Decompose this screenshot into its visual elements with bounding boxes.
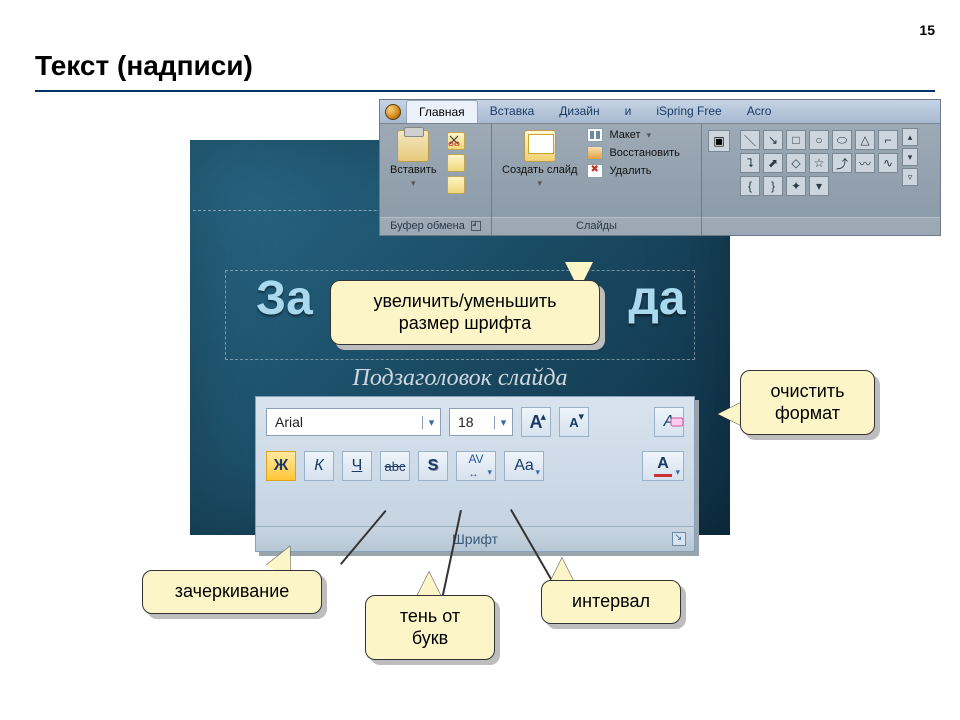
group-clipboard: Вставить ▾ Буфер обмена <box>380 124 492 235</box>
format-painter-button[interactable] <box>447 176 465 194</box>
slide-subtitle: Подзаголовок слайда <box>190 365 730 392</box>
shape-item[interactable]: ⬈ <box>763 153 783 173</box>
shape-item[interactable]: ○ <box>809 130 829 150</box>
shape-item[interactable]: ☆ <box>809 153 829 173</box>
tab-acrobat[interactable]: Acro <box>735 100 785 123</box>
change-case-button[interactable]: Aa▾ <box>504 451 544 481</box>
shape-item[interactable]: 〰 <box>855 153 875 173</box>
text-shadow-button[interactable]: S <box>418 451 448 481</box>
gallery-scroll-up[interactable]: ▴ <box>902 128 918 146</box>
page-number: 15 <box>919 22 935 38</box>
shape-item[interactable]: ↘ <box>763 130 783 150</box>
delete-icon <box>587 164 603 178</box>
shape-item[interactable]: ⤴ <box>832 153 852 173</box>
layout-button[interactable]: Макет▾ <box>587 128 679 142</box>
clear-format-button[interactable]: A <box>654 407 684 437</box>
callout-strikethrough: зачеркивание <box>142 570 322 614</box>
font-group-label: Шрифт <box>256 526 694 551</box>
bold-button[interactable]: Ж <box>266 451 296 481</box>
shape-item[interactable]: ⬭ <box>832 130 852 150</box>
tab-ispring[interactable]: iSpring Free <box>644 100 734 123</box>
font-group-panel: Arial▾ 18▾ A▴ A▾ A Ж К Ч abc S AV↔ ▾ <box>255 396 695 552</box>
font-color-button[interactable]: A▾ <box>642 451 684 481</box>
group-shapes: ▣ ＼ ↘ □ ○ ⬭ △ ⌐ ⮧ ⬈ ◇ ☆ ⤴ 〰 ∿ { <box>702 124 940 235</box>
shape-item[interactable]: { <box>740 176 760 196</box>
clipboard-dialog-launcher[interactable] <box>471 221 481 231</box>
callout-clear-format: очистить формат <box>740 370 875 435</box>
clipboard-icon <box>397 130 429 162</box>
shapes-gallery[interactable]: ＼ ↘ □ ○ ⬭ △ ⌐ ⮧ ⬈ ◇ ☆ ⤴ 〰 ∿ { } ✦ <box>738 128 900 198</box>
shape-item[interactable]: ⌐ <box>878 130 898 150</box>
shape-item[interactable]: ✦ <box>786 176 806 196</box>
callout-char-spacing: интервал <box>541 580 681 624</box>
shape-item[interactable]: } <box>763 176 783 196</box>
ribbon-tabstrip: Главная Вставка Дизайн и iSpring Free Ac… <box>380 100 940 124</box>
font-size-combo[interactable]: 18▾ <box>449 408 513 436</box>
picture-placeholder-icon[interactable]: ▣ <box>708 130 730 152</box>
gallery-scroll-down[interactable]: ▾ <box>902 148 918 166</box>
shape-item[interactable]: ＼ <box>740 130 760 150</box>
cut-button[interactable] <box>447 132 465 150</box>
shape-item[interactable]: □ <box>786 130 806 150</box>
shape-item[interactable]: ⮧ <box>740 153 760 173</box>
group-slides: Создать слайд ▾ Макет▾ Восстановить Удал… <box>492 124 702 235</box>
paste-button[interactable]: Вставить ▾ <box>386 128 441 191</box>
reset-button[interactable]: Восстановить <box>587 146 679 160</box>
char-spacing-button[interactable]: AV↔ ▾ <box>456 451 496 481</box>
font-name-combo[interactable]: Arial▾ <box>266 408 441 436</box>
font-dialog-launcher[interactable] <box>672 532 686 546</box>
callout-fontsize: увеличить/уменьшить размер шрифта <box>330 280 600 345</box>
new-slide-icon <box>524 130 556 162</box>
copy-button[interactable] <box>447 154 465 172</box>
layout-icon <box>587 128 603 142</box>
title-rule <box>35 90 935 92</box>
reset-icon <box>587 146 603 160</box>
shape-item[interactable]: ◇ <box>786 153 806 173</box>
strike-button[interactable]: abc <box>380 451 410 481</box>
shrink-font-button[interactable]: A▾ <box>559 407 589 437</box>
shape-item[interactable]: ▾ <box>809 176 829 196</box>
office-button[interactable] <box>380 100 406 123</box>
tab-design[interactable]: Дизайн <box>547 100 612 123</box>
tab-unknown[interactable]: и <box>613 100 645 123</box>
page-title: Текст (надписи) <box>35 50 253 82</box>
tab-home[interactable]: Главная <box>406 100 478 123</box>
callout-text-shadow: тень от букв <box>365 595 495 660</box>
delete-slide-button[interactable]: Удалить <box>587 164 679 178</box>
shape-item[interactable]: ∿ <box>878 153 898 173</box>
tab-insert[interactable]: Вставка <box>478 100 548 123</box>
shape-item[interactable]: △ <box>855 130 875 150</box>
gallery-expand[interactable]: ▿ <box>902 168 918 186</box>
new-slide-button[interactable]: Создать слайд ▾ <box>498 128 581 191</box>
ribbon: Главная Вставка Дизайн и iSpring Free Ac… <box>380 100 940 235</box>
grow-font-button[interactable]: A▴ <box>521 407 551 437</box>
italic-button[interactable]: К <box>304 451 334 481</box>
underline-button[interactable]: Ч <box>342 451 372 481</box>
